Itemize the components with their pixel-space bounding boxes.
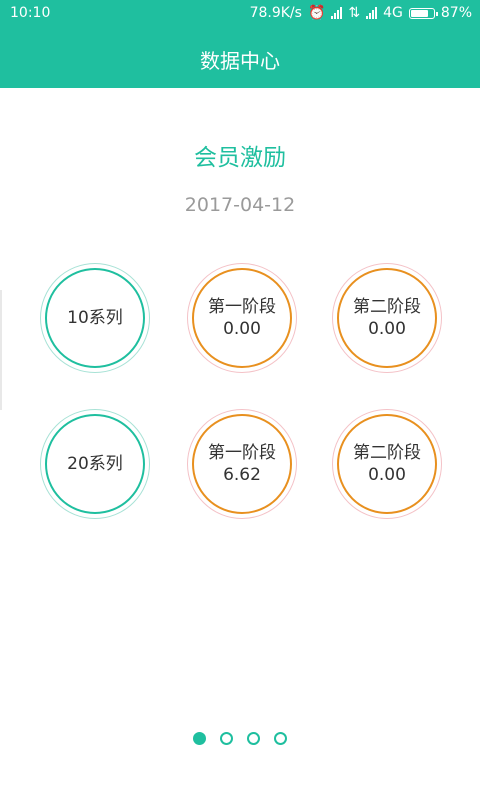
stage-ring: 第一阶段 0.00: [192, 268, 292, 368]
page-dot[interactable]: [193, 732, 206, 745]
stage-value: 6.62: [223, 465, 261, 485]
signal-icon: [331, 7, 343, 19]
app-bar: 数据中心: [0, 28, 480, 88]
stage-value: 0.00: [368, 319, 406, 339]
stage-value: 0.00: [223, 319, 261, 339]
series-label: 10系列: [67, 308, 123, 328]
page-title: 数据中心: [200, 49, 280, 73]
stage-ring: 第二阶段 0.00: [337, 414, 437, 514]
status-icons: 78.9K/s ⏰ ⇅ 4G 87%: [250, 5, 472, 21]
signal-icon-2: [366, 7, 378, 19]
edge-scroll-marker: [0, 290, 2, 410]
stage-ring: 第一阶段 6.62: [192, 414, 292, 514]
series-label: 20系列: [67, 454, 123, 474]
page-dot[interactable]: [220, 732, 233, 745]
status-bar: 10:10 78.9K/s ⏰ ⇅ 4G 87%: [0, 0, 480, 28]
stage-label: 第二阶段: [353, 443, 421, 463]
stage-ring: 第二阶段 0.00: [337, 268, 437, 368]
stage-label: 第二阶段: [353, 297, 421, 317]
stage-label: 第一阶段: [208, 297, 276, 317]
stage-value: 0.00: [368, 465, 406, 485]
battery-percent: 87%: [440, 5, 472, 21]
page-indicator: [0, 732, 480, 745]
page-dot[interactable]: [274, 732, 287, 745]
stage-label: 第一阶段: [208, 443, 276, 463]
date-label: 2017-04-12: [184, 194, 296, 216]
alarm-icon: ⏰: [307, 5, 326, 21]
net-speed: 78.9K/s: [249, 5, 302, 21]
page-dot[interactable]: [247, 732, 260, 745]
data-transfer-icon: ⇅: [348, 5, 361, 21]
section-title: 会员激励: [194, 145, 286, 171]
series-ring: 10系列: [45, 268, 145, 368]
battery-icon: [408, 7, 438, 19]
network-type: 4G: [383, 5, 403, 21]
status-time: 10:10: [10, 5, 51, 21]
series-ring: 20系列: [45, 414, 145, 514]
